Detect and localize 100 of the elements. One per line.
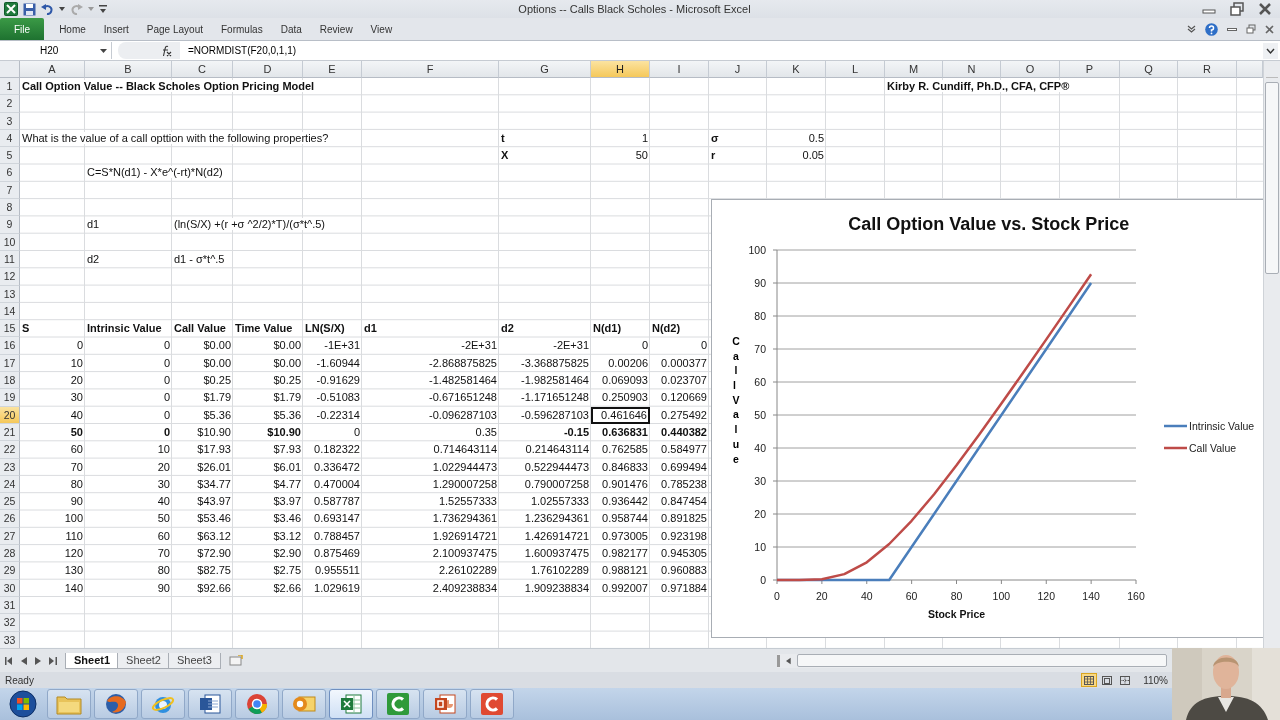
row-header[interactable]: 8 [0, 199, 20, 217]
zoom-level[interactable]: 110% [1143, 674, 1168, 686]
taskbar-button[interactable] [470, 689, 514, 719]
expand-ribbon-icon[interactable] [1187, 25, 1196, 33]
row-header[interactable]: 18 [0, 372, 20, 390]
taskbar-button[interactable] [423, 689, 467, 719]
ribbon-tab[interactable]: Data [271, 18, 311, 40]
customize-icon[interactable] [99, 4, 107, 14]
column-header[interactable]: K [767, 61, 826, 78]
table-cell: 0 [163, 391, 170, 404]
column-header[interactable]: D [233, 61, 303, 78]
table-cell: -0.671651248 [429, 391, 497, 404]
row-header[interactable]: 16 [0, 337, 20, 355]
taskbar-button[interactable] [94, 689, 138, 719]
sheet-tab[interactable]: Sheet2 [117, 652, 170, 669]
row-header[interactable]: 5 [0, 147, 20, 165]
chart-title: Call Option Value vs. Stock Price [848, 214, 1130, 234]
cell-cursor[interactable]: 0.461646 [591, 406, 650, 424]
row-header[interactable]: 15 [0, 320, 20, 338]
column-header[interactable]: H [591, 61, 650, 78]
column-header[interactable]: I [650, 61, 709, 78]
row-header[interactable]: 12 [0, 268, 20, 286]
close-icon[interactable] [1265, 24, 1274, 34]
column-header[interactable]: M [885, 61, 943, 78]
vertical-scrollbar[interactable] [1263, 61, 1280, 648]
taskbar-button[interactable] [376, 689, 420, 719]
sheet-tab[interactable]: Sheet1 [65, 652, 120, 669]
table-cell: 1.76102289 [530, 564, 589, 577]
expand-icon[interactable] [1263, 42, 1278, 59]
ribbon-tab[interactable]: Review [310, 18, 362, 40]
file-tab[interactable]: File [0, 18, 45, 40]
column-header[interactable]: F [362, 61, 499, 78]
ribbon-tab[interactable]: Formulas [212, 18, 272, 40]
column-header[interactable]: A [20, 61, 85, 78]
table-cell: $3.12 [273, 529, 301, 542]
table-cell: 130 [64, 564, 83, 577]
next-sheet-icon[interactable] [35, 656, 41, 665]
column-header[interactable]: E [303, 61, 362, 78]
folder-icon [56, 693, 82, 715]
table-cell: 80 [157, 564, 170, 577]
row-header[interactable]: 6 [0, 164, 20, 182]
sheet-tab[interactable]: Sheet3 [167, 652, 221, 669]
axis-tick-label: 100 [748, 244, 766, 256]
save-icon[interactable] [23, 2, 36, 16]
row-header[interactable]: 25 [0, 493, 20, 511]
line-chart[interactable]: Call Option Value vs. Stock Price 0 10 20 30 40 50 60 70 80 90 100 0 20 40 60 80 100 120 140 160 Stock Price Intrinsic Value Call Value Call Value [711, 199, 1263, 638]
row-header[interactable]: 26 [0, 510, 20, 528]
function-icon[interactable] [160, 44, 172, 57]
taskbar-button[interactable] [141, 689, 185, 719]
table-cell: $43.97 [197, 495, 231, 508]
taskbar-button[interactable] [329, 689, 373, 719]
taskbar-button[interactable] [188, 689, 232, 719]
restore-icon[interactable] [1246, 24, 1256, 34]
column-header[interactable]: Q [1120, 61, 1178, 78]
row-header[interactable]: 22 [0, 441, 20, 459]
column-header[interactable]: C [172, 61, 233, 78]
column-header[interactable]: P [1060, 61, 1120, 78]
ribbon-tab[interactable]: Insert [94, 18, 138, 40]
restore-icon[interactable] [1230, 2, 1244, 16]
row-header[interactable]: 28 [0, 545, 20, 563]
column-header[interactable]: J [709, 61, 767, 78]
table-cell: 0.5 [808, 131, 824, 144]
row-header[interactable]: 9 [0, 216, 20, 234]
axis-tick-label: 20 [816, 590, 828, 602]
last-sheet-icon[interactable] [49, 656, 57, 665]
scroll-left-icon[interactable] [786, 656, 791, 665]
row-header[interactable]: 29 [0, 562, 20, 580]
start-button[interactable] [6, 689, 40, 719]
row-header[interactable]: 19 [0, 389, 20, 407]
undo-icon[interactable] [41, 3, 54, 15]
row-header[interactable]: 32 [0, 614, 20, 632]
ribbon-tab[interactable]: Page Layout [137, 18, 212, 40]
ribbon-tab[interactable]: Home [50, 18, 95, 40]
column-header[interactable]: L [826, 61, 885, 78]
name-box[interactable]: H20 [0, 42, 112, 59]
horizontal-scrollbar[interactable] [777, 653, 1167, 668]
table-cell: 1.600937475 [524, 547, 589, 559]
column-header[interactable]: B [85, 61, 172, 78]
help-icon[interactable] [1205, 22, 1218, 36]
column-header[interactable]: G [499, 61, 591, 78]
table-cell: $2.90 [273, 547, 301, 559]
table-cell: $1.79 [203, 391, 231, 404]
spreadsheet-icon[interactable] [4, 2, 18, 16]
first-sheet-icon[interactable] [5, 656, 13, 665]
column-header[interactable]: R [1178, 61, 1237, 78]
status-text: Ready [4, 674, 34, 686]
column-header[interactable]: O [1001, 61, 1060, 78]
previous-sheet-icon[interactable] [21, 656, 27, 665]
ribbon-tab[interactable]: View [361, 18, 402, 40]
row-header[interactable]: 2 [0, 95, 20, 113]
normal-view-button[interactable] [1081, 673, 1098, 687]
column-header[interactable]: N [943, 61, 1001, 78]
taskbar-button[interactable] [235, 689, 279, 719]
table-cell: 0.636831 [602, 425, 648, 438]
row-header[interactable]: 1 [0, 78, 20, 96]
caret-icon[interactable] [59, 7, 65, 11]
table-cell: 0.023707 [661, 374, 707, 387]
close-icon[interactable] [1258, 2, 1272, 16]
formula-field[interactable]: =NORMDIST(F20,0,1,1) [180, 42, 1263, 59]
caret-icon[interactable] [100, 48, 107, 53]
